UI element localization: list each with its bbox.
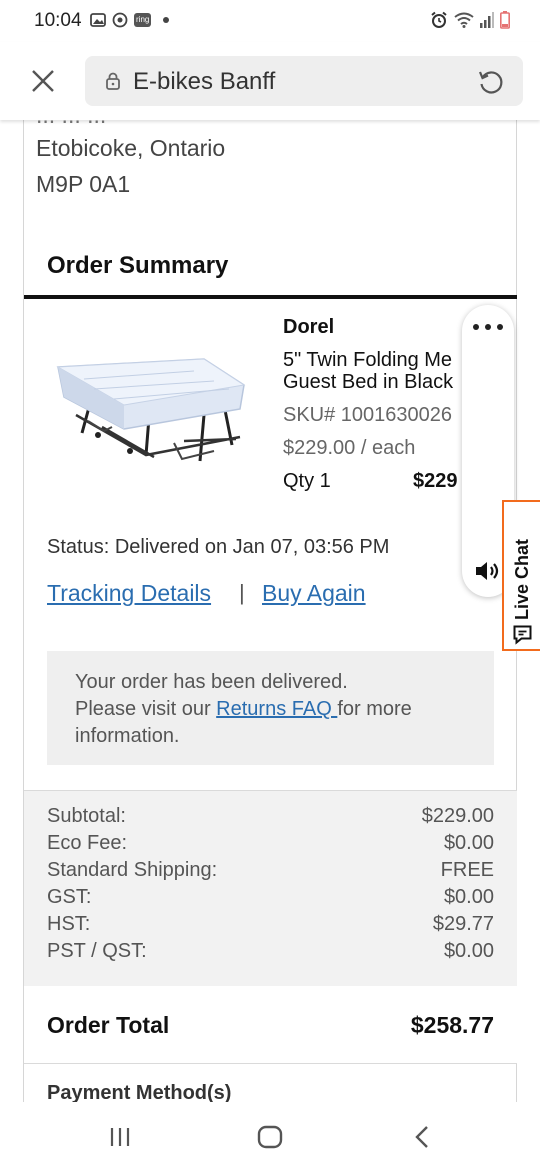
url-text: E-bikes Banff (133, 68, 276, 95)
reload-button[interactable] (477, 68, 505, 96)
live-chat-content: Live Chat (507, 506, 537, 648)
product-price-each: $229.00 / each (283, 437, 416, 459)
close-button[interactable] (26, 64, 60, 98)
totals-label: Subtotal: (47, 805, 126, 827)
system-icons (430, 11, 510, 34)
totals-row-gst: GST: $0.00 (47, 886, 494, 913)
link-separator: | (239, 580, 245, 605)
more-options-icon[interactable] (473, 320, 503, 334)
totals-section: Subtotal: $229.00 Eco Fee: $0.00 Standar… (24, 790, 517, 986)
product-sku: SKU# 1001630026 (283, 404, 453, 426)
product-name-line2: Guest Bed in Black (283, 371, 454, 393)
address-postal-line: M9P 0A1 (36, 171, 131, 197)
url-bar[interactable]: E-bikes Banff (85, 56, 523, 106)
recent-apps-icon (110, 1128, 130, 1146)
totals-value: FREE (440, 859, 494, 881)
totals-label: PST / QST: (47, 940, 147, 962)
chat-bubble-icon (511, 624, 533, 651)
signal-icon (480, 12, 494, 33)
android-nav-bar (0, 1102, 540, 1170)
totals-value: $0.00 (443, 832, 494, 854)
totals-row-shipping: Standard Shipping: FREE (47, 859, 494, 886)
product-name[interactable]: 5" Twin Folding Me Guest Bed in Black (283, 349, 465, 393)
product-brand: Dorel (283, 316, 335, 338)
payment-methods-title: Payment Method(s) (47, 1082, 232, 1102)
status-bar: 10:04 ring (0, 0, 540, 42)
alarm-icon (430, 11, 448, 34)
product-name-line1: 5" Twin Folding Me (283, 349, 453, 371)
ring-icon: ring (134, 13, 152, 27)
totals-label: Eco Fee: (47, 832, 128, 854)
notice-line3: information. (75, 725, 180, 747)
totals-value: $229.00 (421, 805, 494, 827)
totals-row-eco-fee: Eco Fee: $0.00 (47, 832, 494, 859)
totals-label: GST: (47, 886, 92, 908)
close-icon (32, 70, 54, 92)
notice-text: Your order has been delivered. Please vi… (75, 669, 475, 750)
notification-icons: ring (90, 12, 170, 28)
live-chat-label: Live Chat (511, 538, 532, 620)
image-icon (90, 12, 106, 28)
home-icon (257, 1125, 283, 1149)
page-content[interactable]: ... ... ... Etobicoke, Ontario M9P 0A1 O… (0, 120, 540, 1102)
tracking-details-link[interactable]: Tracking Details (47, 580, 211, 607)
summary-divider (24, 295, 517, 299)
battery-icon (500, 11, 510, 34)
product-image[interactable] (54, 345, 250, 468)
order-card: ... ... ... Etobicoke, Ontario M9P 0A1 O… (23, 120, 517, 1102)
buy-again-link[interactable]: Buy Again (262, 580, 366, 607)
notice-line2-suffix: for more (337, 698, 412, 720)
totals-label: Standard Shipping: (47, 859, 218, 881)
returns-faq-link[interactable]: Returns FAQ (216, 698, 337, 720)
dot-icon (163, 17, 170, 23)
status-time: 10:04 (34, 10, 82, 31)
delivery-notice: Your order has been delivered. Please vi… (47, 651, 494, 765)
notice-line2-prefix: Please visit our (75, 698, 217, 720)
speaker-icon[interactable] (474, 559, 502, 588)
totals-row-pst-qst: PST / QST: $0.00 (47, 940, 494, 967)
totals-value: $29.77 (432, 913, 494, 935)
totals-value: $0.00 (443, 886, 494, 908)
order-total-value: $258.77 (410, 1012, 494, 1038)
wifi-icon (454, 12, 474, 33)
address-city-line: Etobicoke, Ontario (36, 135, 226, 161)
back-button[interactable] (407, 1122, 437, 1152)
totals-row-subtotal: Subtotal: $229.00 (47, 805, 494, 832)
order-summary-title: Order Summary (47, 252, 229, 279)
back-icon (415, 1126, 428, 1148)
live-chat-button[interactable]: Live Chat (502, 500, 540, 651)
order-total-row: Order Total $258.77 (24, 986, 517, 1064)
home-button[interactable] (255, 1122, 285, 1152)
delivery-status: Status: Delivered on Jan 07, 03:56 PM (47, 536, 390, 558)
totals-value: $0.00 (443, 940, 494, 962)
product-qty: Qty 1 (283, 470, 331, 492)
totals-label: HST: (47, 913, 91, 935)
reload-icon (478, 71, 503, 94)
circle-icon (112, 12, 128, 28)
notice-line1: Your order has been delivered. (75, 671, 348, 693)
browser-toolbar: E-bikes Banff (0, 42, 540, 120)
order-total-label: Order Total (47, 1012, 170, 1038)
product-line-total: $229 (413, 470, 458, 492)
lock-icon (105, 72, 121, 95)
totals-row-hst: HST: $29.77 (47, 913, 494, 940)
recent-apps-button[interactable] (105, 1122, 135, 1152)
address-partial-line: ... ... ... (36, 120, 106, 129)
